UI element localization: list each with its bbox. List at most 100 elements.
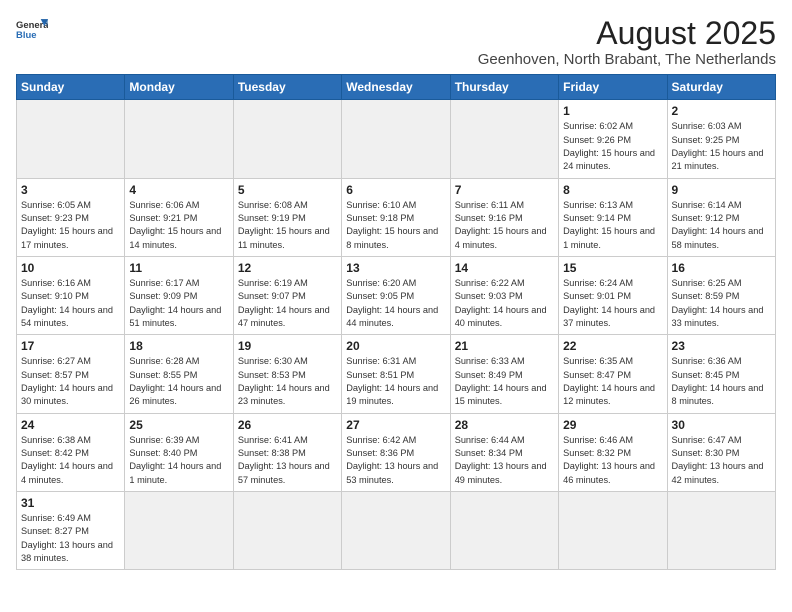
day-number: 28 [455, 418, 554, 432]
day-number: 20 [346, 339, 445, 353]
calendar-cell: 26Sunrise: 6:41 AMSunset: 8:38 PMDayligh… [233, 413, 341, 491]
day-number: 9 [672, 183, 771, 197]
day-number: 10 [21, 261, 120, 275]
day-sun-info: Sunrise: 6:39 AMSunset: 8:40 PMDaylight:… [129, 434, 228, 487]
calendar-cell: 12 Sunrise: 6:19 AMSunset: 9:07 PMDayligh… [233, 256, 341, 334]
day-sun-info: Sunrise: 6:35 AMSunset: 8:47 PMDaylight:… [563, 355, 662, 408]
day-sun-info: Sunrise: 6:24 AMSunset: 9:01 PMDaylight:… [563, 277, 662, 330]
day-number: 27 [346, 418, 445, 432]
day-number: 11 [129, 261, 228, 275]
week-row-1: 3Sunrise: 6:05 AMSunset: 9:23 PMDaylight… [17, 178, 776, 256]
day-number: 12 [238, 261, 337, 275]
day-number: 14 [455, 261, 554, 275]
day-number: 31 [21, 496, 120, 510]
day-number: 6 [346, 183, 445, 197]
calendar-cell: 24Sunrise: 6:38 AMSunset: 8:42 PMDayligh… [17, 413, 125, 491]
day-sun-info: Sunrise: 6:46 AMSunset: 8:32 PMDaylight:… [563, 434, 662, 487]
calendar-cell: 18Sunrise: 6:28 AMSunset: 8:55 PMDayligh… [125, 335, 233, 413]
day-number: 23 [672, 339, 771, 353]
week-row-4: 24Sunrise: 6:38 AMSunset: 8:42 PMDayligh… [17, 413, 776, 491]
title-area: August 2025 Geenhoven, North Brabant, Th… [478, 16, 776, 68]
calendar-cell: 9Sunrise: 6:14 AMSunset: 9:12 PMDaylight… [667, 178, 775, 256]
day-number: 29 [563, 418, 662, 432]
calendar-cell: 2Sunrise: 6:03 AMSunset: 9:25 PMDaylight… [667, 100, 775, 178]
day-number: 8 [563, 183, 662, 197]
calendar-cell: 23Sunrise: 6:36 AMSunset: 8:45 PMDayligh… [667, 335, 775, 413]
day-sun-info: Sunrise: 6:41 AMSunset: 8:38 PMDaylight:… [238, 434, 337, 487]
col-header-thursday: Thursday [450, 75, 558, 100]
calendar-cell: 14 Sunrise: 6:22 AMSunset: 9:03 PMDayligh… [450, 256, 558, 334]
calendar-cell [342, 492, 450, 570]
day-sun-info: Sunrise: 6:42 AMSunset: 8:36 PMDaylight:… [346, 434, 445, 487]
calendar-cell: 11Sunrise: 6:17 AMSunset: 9:09 PMDayligh… [125, 256, 233, 334]
day-sun-info: Sunrise: 6:31 AMSunset: 8:51 PMDaylight:… [346, 355, 445, 408]
week-row-2: 10 Sunrise: 6:16 AMSunset: 9:10 PMDayligh… [17, 256, 776, 334]
calendar-cell: 31 Sunrise: 6:49 AMSunset: 8:27 PMDayligh… [17, 492, 125, 570]
calendar-cell: 16 Sunrise: 6:25 AMSunset: 8:59 PMDayligh… [667, 256, 775, 334]
calendar-cell [125, 100, 233, 178]
calendar-cell [125, 492, 233, 570]
calendar-cell [342, 100, 450, 178]
calendar-cell [450, 100, 558, 178]
calendar-cell: 5Sunrise: 6:08 AMSunset: 9:19 PMDaylight… [233, 178, 341, 256]
day-sun-info: Sunrise: 6:25 AMSunset: 8:59 PMDaylight:… [672, 277, 771, 330]
calendar-cell [559, 492, 667, 570]
col-header-wednesday: Wednesday [342, 75, 450, 100]
calendar-cell [233, 492, 341, 570]
day-number: 30 [672, 418, 771, 432]
day-number: 16 [672, 261, 771, 275]
calendar-table: SundayMondayTuesdayWednesdayThursdayFrid… [16, 74, 776, 570]
col-header-saturday: Saturday [667, 75, 775, 100]
calendar-cell: 15Sunrise: 6:24 AMSunset: 9:01 PMDayligh… [559, 256, 667, 334]
location-subtitle: Geenhoven, North Brabant, The Netherland… [478, 51, 776, 68]
calendar-cell: 27 Sunrise: 6:42 AMSunset: 8:36 PMDayligh… [342, 413, 450, 491]
day-sun-info: Sunrise: 6:06 AMSunset: 9:21 PMDaylight:… [129, 199, 228, 252]
day-number: 2 [672, 104, 771, 118]
day-sun-info: Sunrise: 6:13 AMSunset: 9:14 PMDaylight:… [563, 199, 662, 252]
day-sun-info: Sunrise: 6:27 AMSunset: 8:57 PMDaylight:… [21, 355, 120, 408]
calendar-cell: 21Sunrise: 6:33 AMSunset: 8:49 PMDayligh… [450, 335, 558, 413]
days-header-row: SundayMondayTuesdayWednesdayThursdayFrid… [17, 75, 776, 100]
day-number: 24 [21, 418, 120, 432]
col-header-tuesday: Tuesday [233, 75, 341, 100]
day-sun-info: Sunrise: 6:10 AMSunset: 9:18 PMDaylight:… [346, 199, 445, 252]
calendar-cell: 8 Sunrise: 6:13 AMSunset: 9:14 PMDaylight… [559, 178, 667, 256]
day-sun-info: Sunrise: 6:19 AMSunset: 9:07 PMDaylight:… [238, 277, 337, 330]
svg-text:Blue: Blue [16, 30, 36, 41]
calendar-cell: 17 Sunrise: 6:27 AMSunset: 8:57 PMDayligh… [17, 335, 125, 413]
calendar-cell: 29 Sunrise: 6:46 AMSunset: 8:32 PMDayligh… [559, 413, 667, 491]
day-sun-info: Sunrise: 6:33 AMSunset: 8:49 PMDaylight:… [455, 355, 554, 408]
day-sun-info: Sunrise: 6:22 AMSunset: 9:03 PMDaylight:… [455, 277, 554, 330]
calendar-cell: 22Sunrise: 6:35 AMSunset: 8:47 PMDayligh… [559, 335, 667, 413]
day-number: 5 [238, 183, 337, 197]
day-number: 13 [346, 261, 445, 275]
calendar-cell [667, 492, 775, 570]
day-sun-info: Sunrise: 6:49 AMSunset: 8:27 PMDaylight:… [21, 512, 120, 565]
logo: General Blue [16, 16, 48, 44]
day-sun-info: Sunrise: 6:44 AMSunset: 8:34 PMDaylight:… [455, 434, 554, 487]
calendar-cell: 6 Sunrise: 6:10 AMSunset: 9:18 PMDaylight… [342, 178, 450, 256]
calendar-cell: 7Sunrise: 6:11 AMSunset: 9:16 PMDaylight… [450, 178, 558, 256]
calendar-cell: 13 Sunrise: 6:20 AMSunset: 9:05 PMDayligh… [342, 256, 450, 334]
day-number: 19 [238, 339, 337, 353]
day-sun-info: Sunrise: 6:47 AMSunset: 8:30 PMDaylight:… [672, 434, 771, 487]
calendar-cell [450, 492, 558, 570]
day-number: 25 [129, 418, 228, 432]
calendar-cell: 30 Sunrise: 6:47 AMSunset: 8:30 PMDayligh… [667, 413, 775, 491]
col-header-monday: Monday [125, 75, 233, 100]
day-sun-info: Sunrise: 6:20 AMSunset: 9:05 PMDaylight:… [346, 277, 445, 330]
day-number: 7 [455, 183, 554, 197]
header: General Blue August 2025 Geenhoven, Nort… [16, 16, 776, 68]
day-number: 1 [563, 104, 662, 118]
calendar-cell: 1Sunrise: 6:02 AMSunset: 9:26 PMDaylight… [559, 100, 667, 178]
calendar-cell: 25 Sunrise: 6:39 AMSunset: 8:40 PMDayligh… [125, 413, 233, 491]
calendar-cell: 20 Sunrise: 6:31 AMSunset: 8:51 PMDayligh… [342, 335, 450, 413]
day-sun-info: Sunrise: 6:16 AMSunset: 9:10 PMDaylight:… [21, 277, 120, 330]
calendar-cell: 28 Sunrise: 6:44 AMSunset: 8:34 PMDayligh… [450, 413, 558, 491]
calendar-cell [233, 100, 341, 178]
day-number: 3 [21, 183, 120, 197]
calendar-cell: 4Sunrise: 6:06 AMSunset: 9:21 PMDaylight… [125, 178, 233, 256]
day-number: 17 [21, 339, 120, 353]
week-row-3: 17 Sunrise: 6:27 AMSunset: 8:57 PMDayligh… [17, 335, 776, 413]
col-header-friday: Friday [559, 75, 667, 100]
